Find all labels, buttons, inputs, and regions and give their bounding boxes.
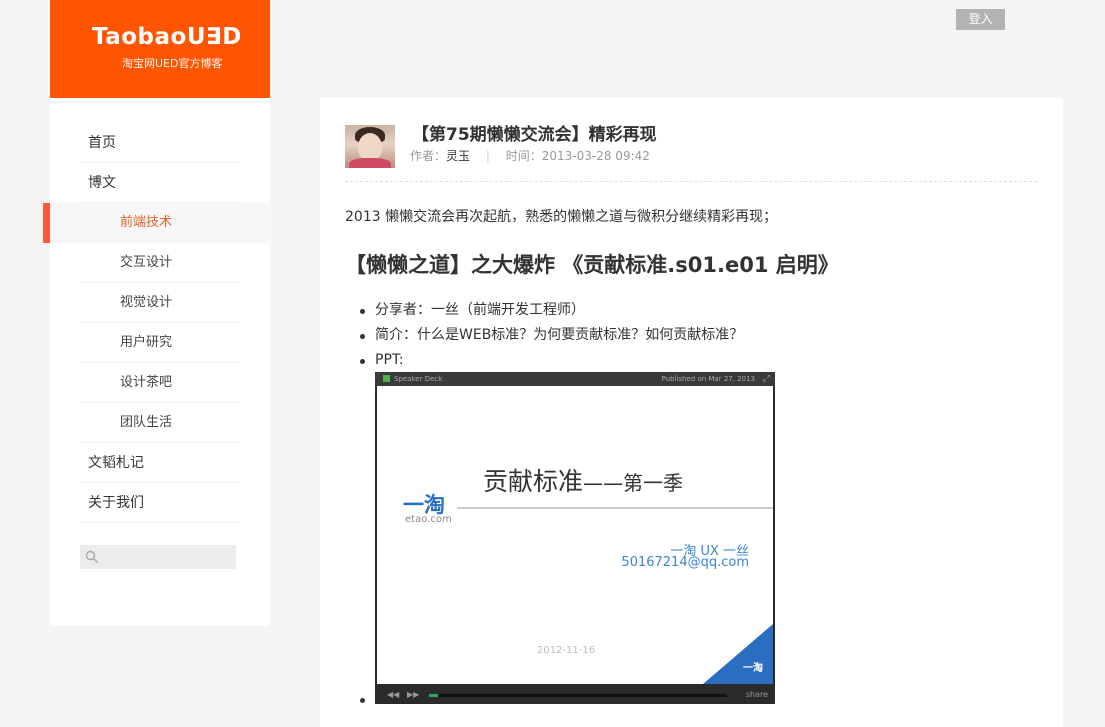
list-item-speaker: 分享者：一丝（前端开发工程师） xyxy=(360,298,743,323)
search-icon xyxy=(85,550,99,564)
slide-corner-logo: 一淘 xyxy=(743,663,763,674)
deck-brand[interactable]: Speaker Deck xyxy=(394,372,442,386)
sidebar: TaobaoU∃D 淘宝网UED官方博客 首页 博文 前端技术 交互设计 视觉设… xyxy=(43,0,270,626)
prev-slide-icon[interactable]: ◀◀ xyxy=(387,690,399,699)
deck-published: Published on Mar 27, 2013 xyxy=(661,375,755,383)
section-title: 【懒懒之道】之大爆炸 《贡献标准.s01.e01 启明》 xyxy=(345,253,839,277)
meta-separator: | xyxy=(485,149,490,163)
nav-item-notes[interactable]: 文韬札记 xyxy=(80,443,240,483)
nav-item-design-tea[interactable]: 设计茶吧 xyxy=(80,363,240,403)
speakerdeck-logo-icon xyxy=(383,375,390,382)
deck-progress-fill xyxy=(429,694,438,697)
list-item-ppt: PPT: xyxy=(360,348,743,373)
main-nav: 首页 博文 前端技术 交互设计 视觉设计 用户研究 设计茶吧 团队生活 文韬札记… xyxy=(43,123,270,523)
post-content: 【第75期懒懒交流会】精彩再现 作者：灵玉 | 时间：2013-03-28 09… xyxy=(320,98,1063,727)
slide-date: 2012-11-16 xyxy=(537,645,596,656)
time-label: 时间： xyxy=(505,149,542,163)
expand-icon[interactable]: ⤢ xyxy=(763,372,770,386)
title-divider xyxy=(345,181,1037,182)
post-intro: 2013 懒懒交流会再次起航，熟悉的懒懒之道与微积分继续精彩再现； xyxy=(345,209,778,225)
nav-item-visual[interactable]: 视觉设计 xyxy=(80,283,240,323)
deck-controls: ◀◀ ▶▶ share xyxy=(375,686,775,704)
speakerdeck-embed[interactable]: Speaker Deck Published on Mar 27, 2013 ⤢… xyxy=(375,372,775,704)
brand-subtitle: 淘宝网UED官方博客 xyxy=(122,57,223,70)
nav-item-frontend[interactable]: 前端技术 xyxy=(43,203,270,243)
post-meta: 作者：灵玉 | 时间：2013-03-28 09:42 xyxy=(410,147,650,164)
nav-item-about[interactable]: 关于我们 xyxy=(80,483,240,523)
slide-divider xyxy=(457,507,773,509)
info-list: 分享者：一丝（前端开发工程师） 简介：什么是WEB标准？为何要贡献标准？如何贡献… xyxy=(360,298,743,373)
deck-topbar: Speaker Deck Published on Mar 27, 2013 ⤢ xyxy=(375,372,775,386)
slide-title: 贡献标准——第一季 xyxy=(483,467,684,496)
brand-title: TaobaoU∃D xyxy=(92,24,242,50)
post-title[interactable]: 【第75期懒懒交流会】精彩再现 xyxy=(412,120,657,145)
empty-list-bullet xyxy=(360,698,365,703)
author-avatar[interactable] xyxy=(345,125,395,168)
author-link[interactable]: 灵玉 xyxy=(446,149,470,163)
share-button[interactable]: share xyxy=(746,690,768,699)
nav-item-user-research[interactable]: 用户研究 xyxy=(80,323,240,363)
list-item-summary: 简介：什么是WEB标准？为何要贡献标准？如何贡献标准？ xyxy=(360,323,743,348)
nav-item-posts[interactable]: 博文 xyxy=(80,163,240,203)
deck-slide[interactable]: 一淘 etao.com 贡献标准——第一季 一淘 UX 一丝 50167214@… xyxy=(377,386,773,684)
brand-logo[interactable]: TaobaoU∃D 淘宝网UED官方博客 xyxy=(50,0,270,98)
nav-item-team-life[interactable]: 团队生活 xyxy=(80,403,240,443)
post-time: 2013-03-28 09:42 xyxy=(541,149,650,163)
login-button[interactable]: 登入 xyxy=(956,9,1005,30)
slide-corner xyxy=(703,624,773,684)
deck-progress-bar[interactable] xyxy=(429,694,727,697)
author-label: 作者： xyxy=(410,149,447,163)
nav-item-home[interactable]: 首页 xyxy=(80,123,240,163)
next-slide-icon[interactable]: ▶▶ xyxy=(407,690,419,699)
slide-email: 50167214@qq.com xyxy=(621,555,749,570)
search-input[interactable] xyxy=(80,545,236,569)
slide-logo-en: etao.com xyxy=(405,514,452,525)
nav-item-interaction[interactable]: 交互设计 xyxy=(80,243,240,283)
